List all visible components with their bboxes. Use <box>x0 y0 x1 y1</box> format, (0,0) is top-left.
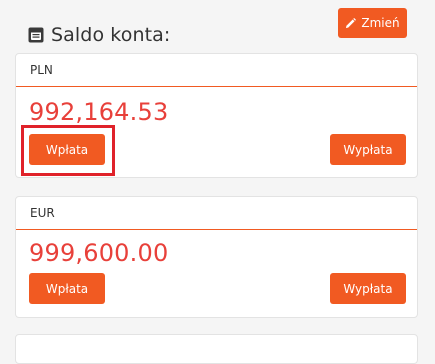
deposit-button[interactable]: Wpłata <box>29 134 105 165</box>
edit-button[interactable]: Zmień <box>338 8 407 38</box>
withdraw-button[interactable]: Wypłata <box>330 273 406 304</box>
account-card-partial <box>15 334 418 364</box>
deposit-button[interactable]: Wpłata <box>29 273 105 304</box>
wallet-icon <box>28 27 44 43</box>
currency-label: PLN <box>16 54 417 87</box>
balance-amount: 999,600.00 <box>29 239 169 267</box>
withdraw-button[interactable]: Wypłata <box>330 134 406 165</box>
account-card-pln: PLN 992,164.53 Wpłata Wypłata <box>15 53 418 178</box>
edit-button-label: Zmień <box>361 16 400 30</box>
page-title: Saldo konta: <box>51 24 171 46</box>
deposit-button-label: Wpłata <box>45 281 89 296</box>
account-card-eur: EUR 999,600.00 Wpłata Wypłata <box>15 196 418 318</box>
deposit-button-label: Wpłata <box>45 142 89 157</box>
withdraw-button-label: Wypłata <box>343 281 393 296</box>
balance-header: Saldo konta: <box>28 24 170 46</box>
balance-amount: 992,164.53 <box>29 98 169 126</box>
withdraw-button-label: Wypłata <box>343 142 393 157</box>
pencil-icon <box>346 17 357 28</box>
currency-label: EUR <box>16 197 417 230</box>
